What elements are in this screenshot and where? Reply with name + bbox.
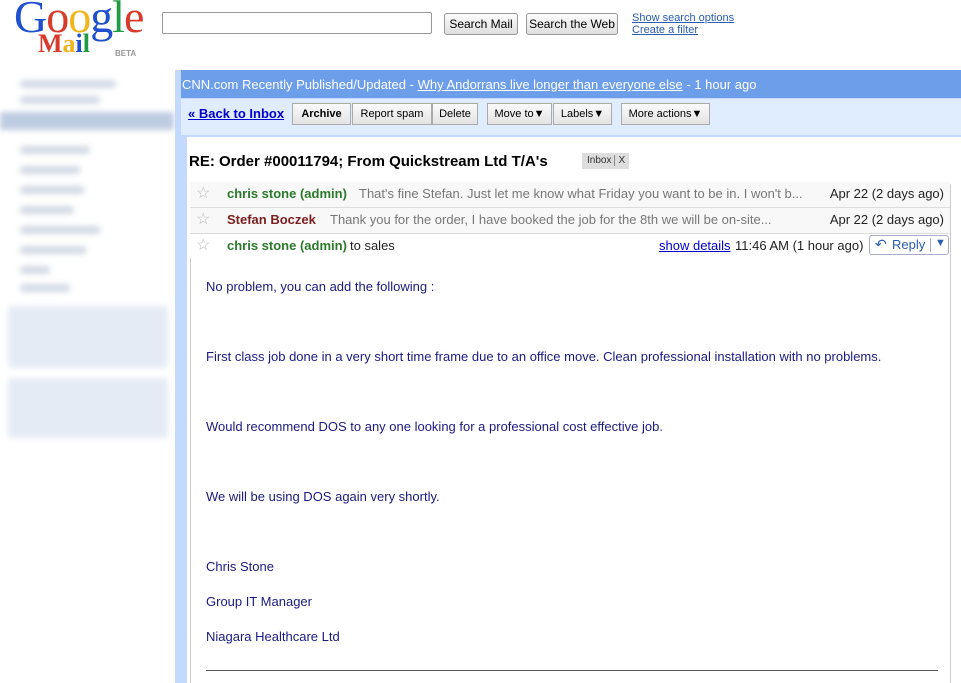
logo-letter: i [75,29,83,58]
delete-button[interactable]: Delete [432,103,478,125]
sidebar-item[interactable] [20,266,50,274]
message-snippet: Thank you for the order, I have booked t… [330,212,772,227]
web-clip: CNN.com Recently Published/Updated - Why… [182,77,757,92]
sidebar-item[interactable] [20,80,116,88]
logo-letter: e [124,0,144,42]
signature-title: Group IT Manager [206,594,312,609]
sidebar-item[interactable] [20,146,90,154]
sidebar-item[interactable] [20,206,74,214]
show-search-options-link[interactable]: Show search options [632,12,734,24]
remove-label-icon[interactable]: X [614,155,626,166]
move-to-dropdown[interactable]: Move to▼ [487,103,552,125]
logo-letter: l [112,0,125,42]
logo-letter: g [90,0,113,42]
signature-company: Niagara Healthcare Ltd [206,629,340,644]
sidebar-item[interactable] [20,166,80,174]
beta-badge: BETA [115,49,137,58]
sidebar-item[interactable] [20,226,100,234]
create-filter-link[interactable]: Create a filter [632,24,698,36]
quote-divider [206,670,938,671]
star-icon[interactable]: ☆ [196,209,210,229]
labels-dropdown[interactable]: Labels▼ [553,103,612,125]
logo-letter: a [62,29,76,58]
body-paragraph: We will be using DOS again very shortly. [206,489,440,504]
reply-button[interactable]: ↶ Reply ▼ [869,235,949,255]
back-to-inbox-link[interactable]: « Back to Inbox [188,106,284,121]
reply-label: Reply [892,237,926,252]
web-clip-source: CNN.com Recently Published/Updated - [182,77,418,92]
inbox-label-chip: Inbox X [582,153,630,169]
sidebar-item[interactable] [20,186,84,194]
web-clip-age: - 1 hour ago [682,77,757,92]
body-paragraph: No problem, you can add the following : [206,279,435,294]
reply-arrow-icon: ↶ [875,236,887,252]
body-paragraph: First class job done in a very short tim… [206,349,882,364]
signature-name: Chris Stone [206,559,274,574]
report-spam-button[interactable]: Report spam [352,103,432,125]
sidebar-item-selected[interactable] [0,112,174,130]
sidebar-panel [8,306,168,368]
body-paragraph: Would recommend DOS to any one looking f… [206,419,663,434]
search-web-button[interactable]: Search the Web [526,13,618,35]
sidebar-item[interactable] [20,96,100,104]
show-details-link[interactable]: show details [659,238,731,253]
label-name: Inbox [587,155,612,166]
recipient-line: to sales [350,238,395,253]
logo-letter: M [38,29,63,58]
message-sender: chris stone (admin) [227,186,347,201]
star-icon[interactable]: ☆ [196,183,210,203]
gmail-logo[interactable]: Google Mail BETA [14,0,154,60]
archive-button[interactable]: Archive [292,103,351,125]
message-snippet: That's fine Stefan. Just let me know wha… [359,186,803,201]
more-actions-dropdown[interactable]: More actions▼ [621,103,710,125]
sidebar-item[interactable] [20,246,86,254]
message-date: Apr 22 (2 days ago) [829,186,944,201]
star-icon[interactable]: ☆ [196,235,210,255]
thread-subject: RE: Order #00011794; From Quickstream Lt… [189,153,548,170]
sidebar-panel [8,378,168,438]
sidebar-item[interactable] [20,284,70,292]
search-mail-button[interactable]: Search Mail [444,13,518,35]
web-clip-headline-link[interactable]: Why Andorrans live longer than everyone … [418,77,683,92]
message-sender: Stefan Boczek [227,212,316,227]
message-date: Apr 22 (2 days ago) [829,212,944,227]
sidebar [0,66,174,546]
divider [930,238,931,252]
mail-wordmark: Mail [38,31,90,57]
open-message-sender: chris stone (admin) [227,238,347,253]
search-input[interactable] [162,12,432,34]
message-time: 11:46 AM (1 hour ago) [735,238,864,253]
logo-letter: l [82,29,91,58]
reply-options-dropdown-icon[interactable]: ▼ [935,237,946,249]
